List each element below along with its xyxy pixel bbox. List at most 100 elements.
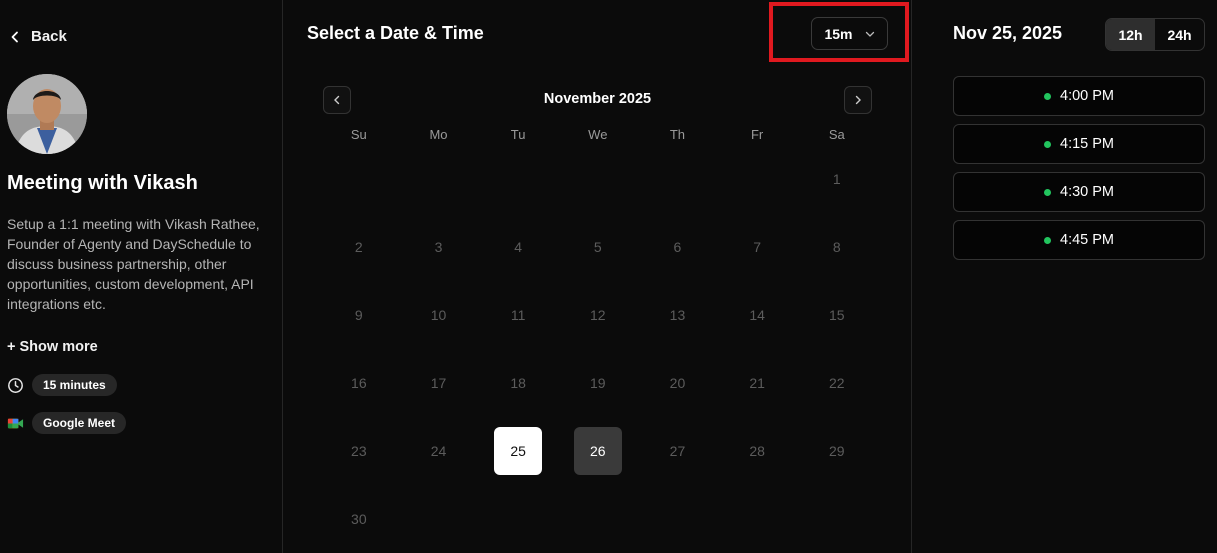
day-cell: 13 <box>638 281 718 349</box>
back-label: Back <box>31 28 67 45</box>
calendar-heading: Select a Date & Time <box>307 23 484 43</box>
day-cell: 30 <box>319 485 399 553</box>
day-number: 19 <box>590 375 606 391</box>
day-number: 12 <box>590 307 606 323</box>
weekday-label: Fr <box>750 127 764 142</box>
day-grid: 1 2 3 4 5 6 7 8 9 10 11 12 13 14 15 16 17 18 19 20 21 22 23 24 2… <box>319 145 877 553</box>
clock-icon <box>8 377 23 393</box>
day-cell: 5 <box>558 213 638 281</box>
time-slot-button[interactable]: 4:00 PM <box>953 76 1205 116</box>
back-button[interactable]: Back <box>9 28 67 45</box>
day-cell: 8 <box>797 213 877 281</box>
availability-dot-icon <box>1044 140 1051 148</box>
empty-day-cell <box>478 145 558 213</box>
day-cell: 1 <box>797 145 877 213</box>
event-info-panel: Back Meeting with Vikash Setup a 1:1 mee… <box>0 0 283 553</box>
day-number: 27 <box>669 443 686 459</box>
weekday-label: Su <box>350 127 367 142</box>
day-number: 6 <box>673 239 682 255</box>
weekday-label: Th <box>669 127 686 142</box>
day-cell: 15 <box>797 281 877 349</box>
weekday-header: Su Mo Tu We Th Fr Sa <box>319 127 877 142</box>
empty-day-cell <box>558 145 638 213</box>
calendar-panel: Select a Date & Time 15m November 2025 S… <box>283 0 912 553</box>
chevron-left-icon <box>11 31 18 42</box>
day-number: 28 <box>749 443 765 459</box>
day-number: 20 <box>669 375 686 391</box>
availability-dot-icon <box>1044 92 1051 100</box>
empty-day-cell <box>638 145 718 213</box>
day-number: 9 <box>354 307 363 323</box>
chevron-down-icon <box>865 31 874 37</box>
day-selected[interactable]: 25 <box>478 417 558 485</box>
weekday-label: Tu <box>510 127 526 142</box>
time-slot-label: 4:15 PM <box>1060 136 1114 152</box>
time-slot-label: 4:30 PM <box>1060 184 1114 200</box>
day-number: 23 <box>351 443 367 459</box>
day-cell: 22 <box>797 349 877 417</box>
day-cell: 19 <box>558 349 638 417</box>
time-slot-button[interactable]: 4:30 PM <box>953 172 1205 212</box>
time-slot-label: 4:45 PM <box>1060 232 1114 248</box>
availability-dot-icon <box>1044 236 1051 244</box>
day-number: 18 <box>510 375 526 391</box>
day-cell: 12 <box>558 281 638 349</box>
selected-date: Nov 25, 2025 <box>953 23 1063 43</box>
day-cell: 18 <box>478 349 558 417</box>
day-number: 5 <box>593 239 602 255</box>
day-cell: 6 <box>638 213 718 281</box>
time-format-toggle: 12h 24h <box>1105 18 1205 51</box>
weekday-label: Mo <box>429 127 448 142</box>
day-number: 11 <box>510 307 526 323</box>
weekday-label: We <box>588 127 608 142</box>
day-cell: 24 <box>399 417 479 485</box>
time-slot-button[interactable]: 4:45 PM <box>953 220 1205 260</box>
google-meet-icon <box>7 418 24 428</box>
weekday-label: Sa <box>828 127 845 142</box>
day-cell: 27 <box>638 417 718 485</box>
duration-row: 15 minutes <box>7 374 117 396</box>
empty-day-cell <box>399 145 479 213</box>
day-cell: 14 <box>717 281 797 349</box>
day-available[interactable]: 26 <box>558 417 638 485</box>
month-label: November 2025 <box>543 91 652 107</box>
location-row: Google Meet <box>7 412 127 434</box>
day-cell: 2 <box>319 213 399 281</box>
show-more-link[interactable]: + Show more <box>7 339 98 355</box>
time-slot-label: 4:00 PM <box>1060 88 1114 104</box>
day-number: 7 <box>753 239 761 255</box>
day-number: 3 <box>434 239 443 255</box>
day-cell: 4 <box>478 213 558 281</box>
day-cell: 10 <box>399 281 479 349</box>
day-cell: 7 <box>717 213 797 281</box>
day-cell: 17 <box>399 349 479 417</box>
time-slot-button[interactable]: 4:15 PM <box>953 124 1205 164</box>
chevron-right-icon <box>855 95 861 105</box>
duration-select[interactable]: 15m <box>811 17 888 50</box>
day-number: 1 <box>832 171 841 187</box>
day-number: 26 <box>573 427 622 475</box>
day-number: 17 <box>430 375 447 391</box>
day-cell: 9 <box>319 281 399 349</box>
time-slot-list: 4:00 PM 4:15 PM 4:30 PM 4:45 PM <box>953 76 1205 260</box>
day-number: 13 <box>669 307 686 323</box>
duration-badge: 15 minutes <box>32 374 117 396</box>
format-12h-button[interactable]: 12h <box>1106 19 1155 50</box>
day-number: 2 <box>354 239 363 255</box>
day-number: 16 <box>351 375 367 391</box>
day-cell: 3 <box>399 213 479 281</box>
host-avatar <box>7 74 87 154</box>
format-24h-button[interactable]: 24h <box>1155 19 1204 50</box>
empty-day-cell <box>319 145 399 213</box>
day-number: 29 <box>828 443 845 459</box>
next-month-button[interactable] <box>844 86 872 114</box>
day-number: 21 <box>749 375 765 391</box>
day-number: 25 <box>494 427 543 475</box>
day-cell: 16 <box>319 349 399 417</box>
day-cell: 23 <box>319 417 399 485</box>
empty-day-cell <box>717 145 797 213</box>
day-cell: 11 <box>478 281 558 349</box>
day-cell: 28 <box>717 417 797 485</box>
day-number: 24 <box>430 443 447 459</box>
day-number: 8 <box>832 239 841 255</box>
